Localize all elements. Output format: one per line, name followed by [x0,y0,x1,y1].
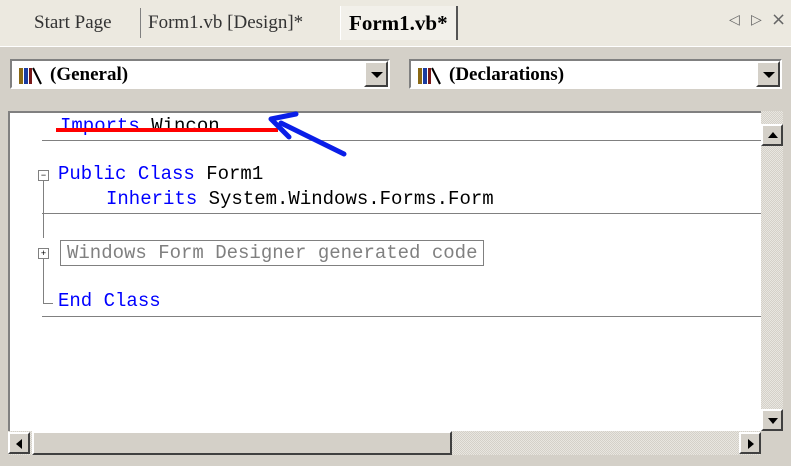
imports-namespace: Wincon [139,115,220,137]
vertical-scrollbar[interactable] [761,111,783,431]
horizontal-scroll-thumb[interactable] [32,431,452,455]
keyword-inherits: Inherits [106,188,198,210]
code-line-class-declaration[interactable]: Public Class Form1 [58,163,263,185]
outline-line [43,259,44,303]
tab-start-page[interactable]: Start Page [34,6,112,40]
keyword-public-class: Public Class [58,163,195,185]
member-dropdown-value: (Declarations) [449,64,565,85]
horizontal-scrollbar[interactable] [8,431,761,455]
code-editor[interactable]: Imports Wincon − + Public Class Form1 In… [8,111,761,431]
scroll-down-arrow-icon[interactable] [761,409,783,431]
base-class: System.Windows.Forms.Form [197,188,494,210]
expand-region-icon[interactable]: + [38,248,49,259]
keyword-imports: Imports [60,115,140,137]
code-line-end-class[interactable]: End Class [58,290,161,312]
outline-line [43,181,44,238]
scroll-left-arrow-icon[interactable] [8,432,30,454]
document-tab-strip: Start Page Form1.vb [Design]* Form1.vb* … [0,0,791,47]
object-dropdown-value: (General) [50,64,129,85]
code-editor-frame: Imports Wincon − + Public Class Form1 In… [0,103,791,466]
outline-end [43,303,53,304]
navigation-bar: (General) (Declarations) [0,47,791,103]
object-dropdown[interactable]: (General) [10,59,390,89]
collapse-class-icon[interactable]: − [38,170,49,181]
object-dropdown-arrow-icon[interactable] [364,61,388,87]
close-tab-icon[interactable]: × [771,9,786,30]
scroll-tabs-left-icon[interactable]: ◁ [729,12,740,28]
code-line-inherits[interactable]: Inherits System.Windows.Forms.Form [106,188,494,210]
member-dropdown[interactable]: (Declarations) [409,59,782,89]
member-dropdown-arrow-icon[interactable] [756,61,780,87]
collapsed-region[interactable]: Windows Form Designer generated code [60,240,485,266]
editor-gutter [10,113,30,431]
scrollbar-corner [761,431,783,455]
code-line-imports[interactable]: Imports Wincon [60,115,220,137]
tab-separator [140,8,141,38]
class-icon [19,67,42,85]
tab-form1-code[interactable]: Form1.vb* [340,6,458,40]
procedure-separator [42,213,761,214]
tab-form1-design[interactable]: Form1.vb [Design]* [148,6,303,40]
scroll-up-arrow-icon[interactable] [761,124,783,146]
class-name: Form1 [194,163,264,185]
scroll-tabs-right-icon[interactable]: ▷ [751,12,762,28]
procedure-separator [42,140,761,141]
keyword-end-class: End Class [58,290,161,312]
procedure-separator [42,316,761,317]
scroll-right-arrow-icon[interactable] [739,432,761,454]
class-icon [418,67,441,85]
